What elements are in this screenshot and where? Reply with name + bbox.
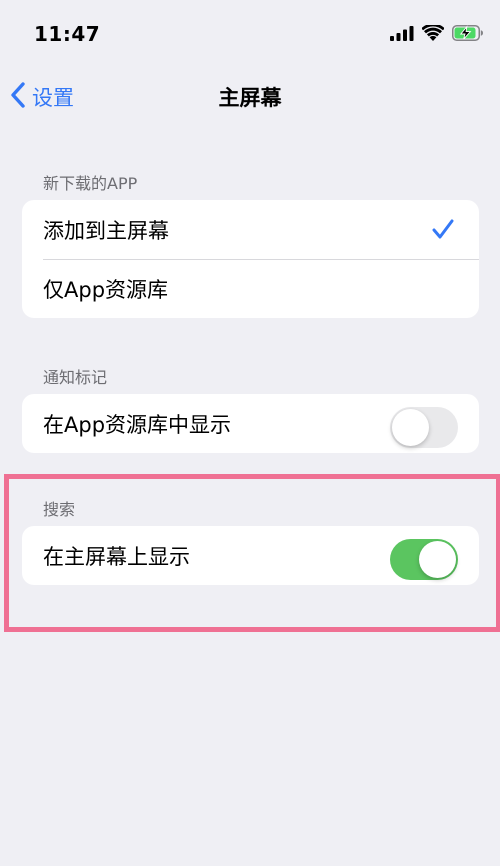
toggle-knob xyxy=(392,409,429,446)
wifi-icon xyxy=(421,23,445,45)
status-bar: 11:47 xyxy=(0,0,500,60)
option-add-to-home-screen[interactable]: 添加到主屏幕 xyxy=(22,200,479,259)
row-show-on-home-screen: 在主屏幕上显示 xyxy=(22,526,479,585)
row-show-in-app-library: 在App资源库中显示 xyxy=(22,394,479,453)
battery-charging-icon xyxy=(452,25,484,45)
show-on-home-screen-toggle[interactable] xyxy=(390,539,458,580)
option-app-library-only[interactable]: 仅App资源库 xyxy=(22,259,479,318)
row-label: 在主屏幕上显示 xyxy=(43,544,190,569)
checkmark-icon xyxy=(431,218,455,245)
navigation-bar: 设置 主屏幕 xyxy=(0,70,500,124)
status-icons xyxy=(390,23,484,46)
section-header-notification-badges: 通知标记 xyxy=(43,368,108,387)
option-label: 仅App资源库 xyxy=(43,277,169,302)
toggle-knob xyxy=(419,541,456,578)
notification-badges-group: 在App资源库中显示 xyxy=(22,394,479,453)
show-in-app-library-toggle[interactable] xyxy=(390,407,458,448)
section-header-new-apps: 新下载的APP xyxy=(43,174,138,193)
status-time: 11:47 xyxy=(34,22,101,46)
page-title: 主屏幕 xyxy=(218,86,282,110)
new-apps-group: 添加到主屏幕 仅App资源库 xyxy=(22,200,479,318)
row-label: 在App资源库中显示 xyxy=(43,412,232,437)
search-group: 在主屏幕上显示 xyxy=(22,526,479,585)
cellular-signal-icon xyxy=(390,25,414,45)
option-label: 添加到主屏幕 xyxy=(43,218,169,243)
section-header-search: 搜索 xyxy=(43,500,76,519)
